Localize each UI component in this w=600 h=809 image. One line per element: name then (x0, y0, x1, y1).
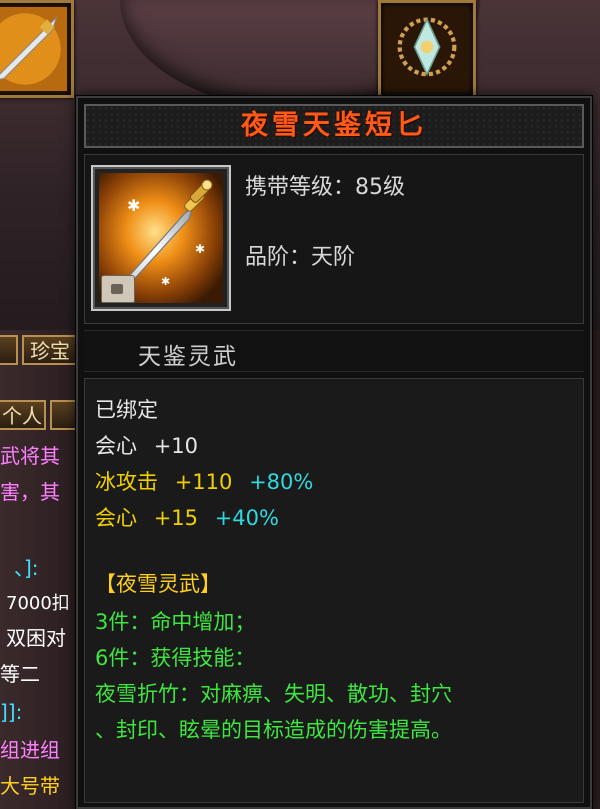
item-category-bar: 天鉴灵武 (84, 330, 584, 372)
item-required-level: 携带等级：85级 (245, 175, 405, 200)
bg-tab-edge-2[interactable] (50, 400, 78, 430)
pendant-icon (385, 7, 469, 91)
set-bonus-6: 6件：获得技能： (95, 646, 256, 670)
bg-tab-edge[interactable] (0, 335, 18, 365)
item-icon-frame: ✱ ✱ ✱ (91, 165, 231, 311)
set-name: 【夜雪灵武】 (95, 572, 221, 596)
chat-line: 组进组 (0, 738, 60, 762)
set-bonus-3: 3件：命中增加； (95, 610, 256, 634)
tab-treasure-label: 珍宝 (30, 339, 70, 363)
stat-value: +10 (153, 434, 199, 458)
chat-line: 害，其 (0, 480, 60, 504)
item-header: ✱ ✱ ✱ 携带等级：85级 品阶：天阶 (84, 154, 584, 324)
stat-value: +110 (174, 470, 233, 494)
tab-personal[interactable]: 个人 (0, 400, 46, 430)
tab-treasure[interactable]: 珍宝 (22, 335, 78, 365)
set-skill-line-2: 、封印、眩晕的目标造成的伤害提高。 (95, 718, 452, 742)
bound-lock-icon (101, 275, 135, 303)
stat-value: +15 (153, 506, 199, 530)
item-category: 天鉴灵武 (138, 344, 238, 370)
bound-status: 已绑定 (95, 398, 158, 422)
chat-line: 、]: (14, 556, 39, 580)
item-grade: 品阶：天阶 (245, 245, 356, 270)
tab-personal-label: 个人 (2, 404, 42, 428)
equip-slot-accessory[interactable] (378, 0, 476, 98)
item-tooltip: 夜雪天鉴短匕 ✱ ✱ ✱ 携带等级：85级 品阶：天阶 天鉴灵武 已绑定 会心 … (76, 96, 592, 809)
svg-text:✱: ✱ (195, 242, 205, 256)
stat-line-ice-attack: 冰攻击 +110 +80% (95, 467, 313, 497)
dagger-icon (0, 7, 67, 91)
svg-text:✱: ✱ (127, 196, 140, 215)
chat-line: 7000扣 (6, 593, 70, 614)
stat-name: 会心 (95, 434, 137, 458)
item-name: 夜雪天鉴短匕 (241, 110, 427, 141)
item-details: 已绑定 会心 +10 冰攻击 +110 +80% 会心 +15 +40% 【夜雪… (84, 378, 584, 803)
stat-bonus: +40% (214, 506, 279, 530)
svg-text:✱: ✱ (161, 275, 170, 288)
stat-bonus: +80% (249, 470, 314, 494)
chat-line: 大号带 (0, 774, 60, 798)
chat-line: 武将其 (0, 444, 60, 468)
set-skill-line-1: 夜雪折竹：对麻痹、失明、散功、封穴 (95, 682, 452, 706)
tooltip-title-bar: 夜雪天鉴短匕 (84, 104, 584, 148)
stat-line-crit-base: 会心 +10 (95, 431, 198, 461)
chat-line: 等二 (0, 662, 40, 686)
chat-line: ]]: (0, 700, 23, 724)
chat-line: 双困对 (6, 626, 66, 650)
stat-line-crit-bonus: 会心 +15 +40% (95, 503, 279, 533)
stat-name: 冰攻击 (95, 470, 158, 494)
stat-name: 会心 (95, 506, 137, 530)
equip-slot-weapon[interactable] (0, 0, 74, 98)
